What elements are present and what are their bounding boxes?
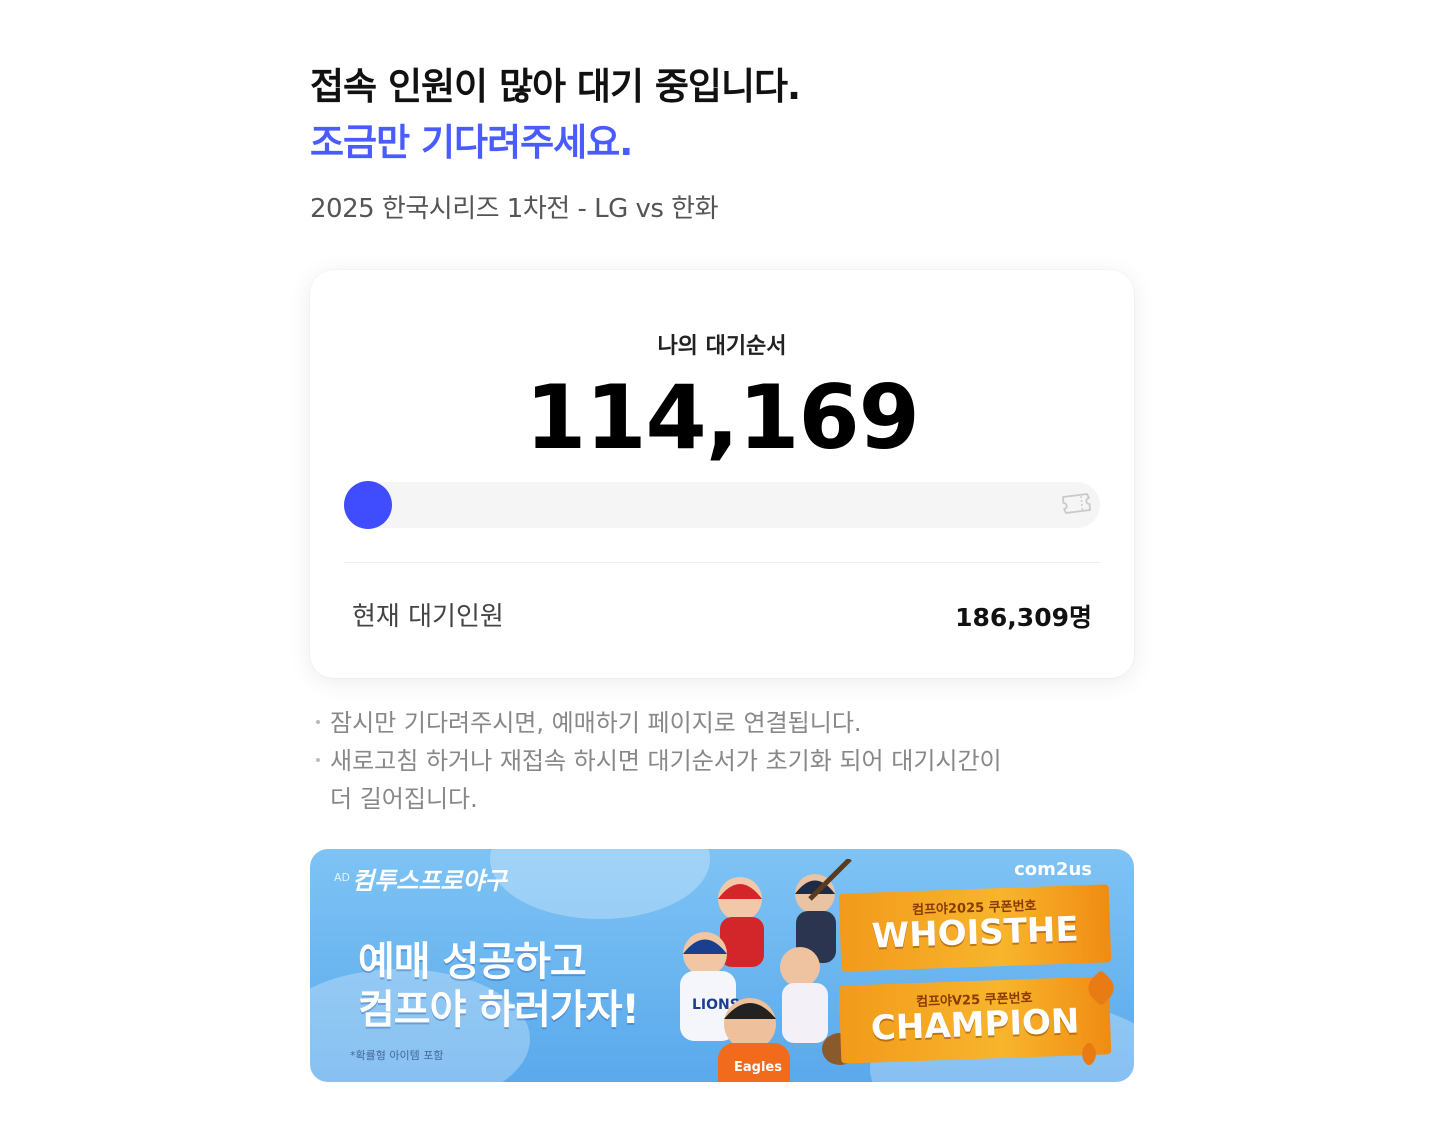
notice-item-continued: 더 길어집니다. — [330, 785, 478, 813]
current-waiting-label: 현재 대기인원 — [352, 602, 504, 632]
queue-position-number: 114,169 — [525, 366, 920, 469]
event-name: 2025 한국시리즈 1차전 - LG vs 한화 — [310, 194, 719, 224]
notice-list: 잠시만 기다려주시면, 예매하기 페이지로 연결됩니다. 새로고침 하거나 재접… — [314, 704, 1074, 818]
players-illustration: LIONS Eagles — [680, 859, 858, 1082]
notice-item: 새로고침 하거나 재접속 하시면 대기순서가 초기화 되어 대기시간이 — [314, 742, 1074, 780]
page-subtitle: 조금만 기다려주세요. — [310, 121, 633, 164]
ad-tag: AD — [334, 871, 350, 884]
ticket-icon — [1062, 493, 1091, 514]
queue-progress-bar — [344, 481, 1100, 529]
coupon-ribbon-1: 컴프야2025 쿠폰번호 WHOISTHE — [838, 884, 1112, 972]
page-title: 접속 인원이 많아 대기 중입니다. — [310, 65, 801, 108]
banner-fine-print: *확률형 아이템 포함 — [350, 1049, 444, 1062]
com2us-logo: com2us — [1014, 859, 1092, 880]
queue-card: 나의 대기순서 114,169 현재 대기인원 186,309명 — [310, 270, 1134, 678]
card-divider — [344, 562, 1100, 563]
queue-page: 접속 인원이 많아 대기 중입니다. 조금만 기다려주세요. 2025 한국시리… — [310, 60, 1134, 1082]
coupon-ribbon-2: 컴프야V25 쿠폰번호 CHAMPION — [838, 976, 1112, 1064]
ad-banner[interactable]: AD 컴투스프로야구 com2us 예매 성공하고 컴프야 하러가자! *확률형… — [310, 849, 1134, 1082]
progress-indicator — [344, 481, 392, 529]
brand-logo-text: 컴투스프로야구 — [352, 867, 507, 895]
coupon-1-code: WHOISTHE — [871, 909, 1080, 957]
notice-item: 잠시만 기다려주시면, 예매하기 페이지로 연결됩니다. — [314, 704, 1074, 742]
banner-headline-2: 컴프야 하러가자! — [358, 987, 640, 1033]
queue-position-label: 나의 대기순서 — [657, 334, 787, 359]
coupon-2-code: CHAMPION — [870, 1001, 1081, 1049]
svg-text:Eagles: Eagles — [734, 1060, 782, 1075]
current-waiting-value: 186,309명 — [955, 603, 1092, 632]
